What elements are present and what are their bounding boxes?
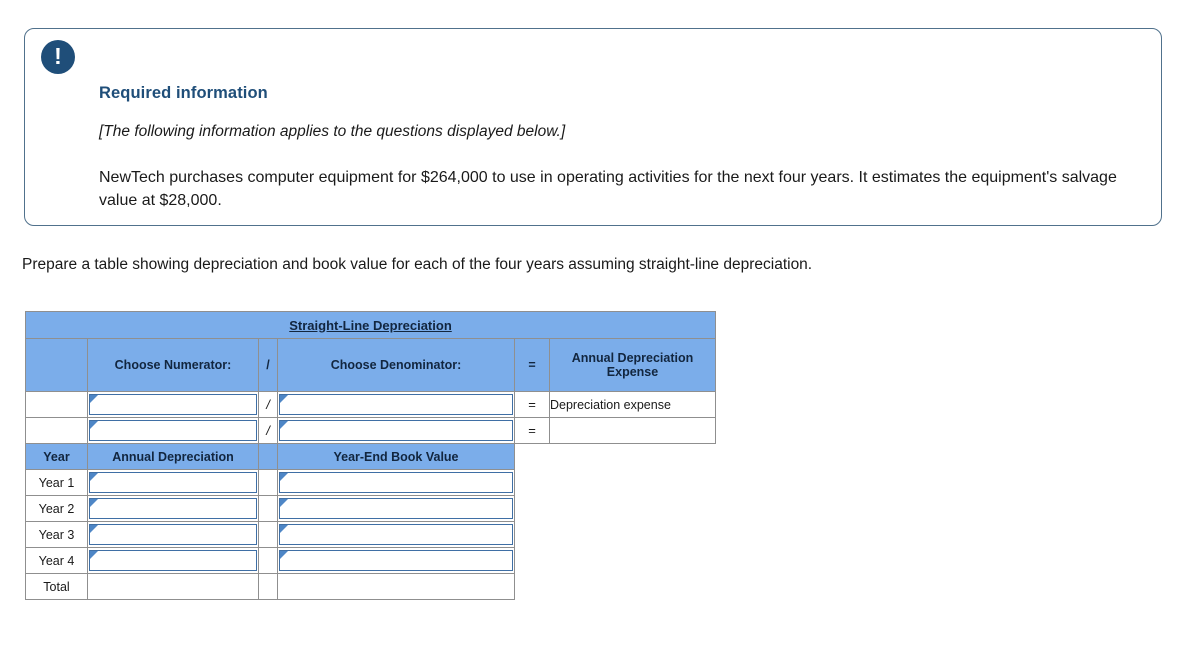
worksheet-title: Straight-Line Depreciation xyxy=(25,311,716,339)
row-blank-b-year-3 xyxy=(549,521,716,548)
annual-depreciation-cell-year-3[interactable] xyxy=(87,521,259,548)
table-row: Year 1 xyxy=(25,469,716,496)
numerator-input-2[interactable] xyxy=(89,420,257,441)
header-denominator: Choose Denominator: xyxy=(277,338,515,392)
schedule-header-row: Year Annual Depreciation Year-End Book V… xyxy=(25,443,716,470)
row-blank-b-total xyxy=(549,573,716,600)
numerator-input-1[interactable] xyxy=(89,394,257,415)
annual-depreciation-cell-year-2[interactable] xyxy=(87,495,259,522)
annual-depreciation-input-year-1[interactable] xyxy=(89,472,257,493)
header-spacer xyxy=(25,338,88,392)
spacer-cell-year-2 xyxy=(258,495,278,522)
callout-title: Required information xyxy=(99,84,268,102)
row-blank-b-year-1 xyxy=(549,469,716,496)
numerator-dropdown-1[interactable] xyxy=(87,391,259,418)
book-value-cell-year-1[interactable] xyxy=(277,469,515,496)
formula-header-row: Choose Numerator: / Choose Denominator: … xyxy=(25,338,716,392)
row-blank-b-year-4 xyxy=(549,547,716,574)
numerator-dropdown-2[interactable] xyxy=(87,417,259,444)
row-blank-a-year-4 xyxy=(514,547,550,574)
table-row: Year 3 xyxy=(25,521,716,548)
book-value-input-year-1[interactable] xyxy=(279,472,513,493)
denominator-dropdown-2[interactable] xyxy=(277,417,515,444)
book-value-cell-year-4[interactable] xyxy=(277,547,515,574)
annual-depreciation-input-year-4[interactable] xyxy=(89,550,257,571)
header-equals-icon: = xyxy=(514,338,550,392)
equals-symbol-1: = xyxy=(514,391,550,418)
formula-row-2-label xyxy=(25,417,88,444)
header-annual-depreciation: Annual Depreciation xyxy=(87,443,259,470)
row-blank-b-year-2 xyxy=(549,495,716,522)
header-year: Year xyxy=(25,443,88,470)
callout-subtitle: [The following information applies to th… xyxy=(99,123,566,140)
header-numerator: Choose Numerator: xyxy=(87,338,259,392)
spacer-cell-total xyxy=(258,573,278,600)
schedule-blank-equals xyxy=(514,443,550,470)
header-schedule-spacer xyxy=(258,443,278,470)
required-information-callout: ! Required information [The following in… xyxy=(24,28,1162,226)
row-label-year-4: Year 4 xyxy=(25,547,88,574)
exclamation-glyph: ! xyxy=(54,42,62,69)
book-value-input-year-2[interactable] xyxy=(279,498,513,519)
callout-body: NewTech purchases computer equipment for… xyxy=(99,169,1117,209)
annual-depreciation-input-year-2[interactable] xyxy=(89,498,257,519)
row-label-year-1: Year 1 xyxy=(25,469,88,496)
row-label-total: Total xyxy=(25,573,88,600)
book-value-cell-year-2[interactable] xyxy=(277,495,515,522)
schedule-blank-result xyxy=(549,443,716,470)
row-blank-a-year-2 xyxy=(514,495,550,522)
book-value-total xyxy=(277,573,515,600)
row-label-year-2: Year 2 xyxy=(25,495,88,522)
denominator-dropdown-1[interactable] xyxy=(277,391,515,418)
depreciation-worksheet: Straight-Line Depreciation Choose Numera… xyxy=(25,311,716,600)
book-value-input-year-3[interactable] xyxy=(279,524,513,545)
book-value-input-year-4[interactable] xyxy=(279,550,513,571)
header-annual-depreciation-expense: Annual Depreciation Expense xyxy=(549,338,716,392)
row-label-year-3: Year 3 xyxy=(25,521,88,548)
row-blank-a-year-1 xyxy=(514,469,550,496)
divide-symbol-1: / xyxy=(258,391,278,418)
spacer-cell-year-1 xyxy=(258,469,278,496)
spacer-cell-year-4 xyxy=(258,547,278,574)
table-row: Year 2 xyxy=(25,495,716,522)
denominator-input-1[interactable] xyxy=(279,394,513,415)
annual-depreciation-cell-year-1[interactable] xyxy=(87,469,259,496)
table-row: Year 4 xyxy=(25,547,716,574)
table-row: Total xyxy=(25,573,716,600)
header-divide-icon: / xyxy=(258,338,278,392)
exclamation-icon: ! xyxy=(41,40,75,74)
row-blank-a-year-3 xyxy=(514,521,550,548)
annual-depreciation-input-year-3[interactable] xyxy=(89,524,257,545)
callout-content: Required information [The following info… xyxy=(99,84,1139,212)
question-prompt: Prepare a table showing depreciation and… xyxy=(22,256,813,273)
header-year-end-book-value: Year-End Book Value xyxy=(277,443,515,470)
formula-row: / = Depreciation expense xyxy=(25,391,716,418)
row-blank-a-total xyxy=(514,573,550,600)
divide-symbol-2: / xyxy=(258,417,278,444)
worksheet-title-row: Straight-Line Depreciation xyxy=(25,311,716,339)
annual-depreciation-total xyxy=(87,573,259,600)
formula-row-1-label xyxy=(25,391,88,418)
annual-depreciation-expense-value-2 xyxy=(549,417,716,444)
spacer-cell-year-3 xyxy=(258,521,278,548)
equals-symbol-2: = xyxy=(514,417,550,444)
book-value-cell-year-3[interactable] xyxy=(277,521,515,548)
formula-row: / = xyxy=(25,417,716,444)
depreciation-expense-label-1: Depreciation expense xyxy=(549,391,716,418)
annual-depreciation-cell-year-4[interactable] xyxy=(87,547,259,574)
denominator-input-2[interactable] xyxy=(279,420,513,441)
